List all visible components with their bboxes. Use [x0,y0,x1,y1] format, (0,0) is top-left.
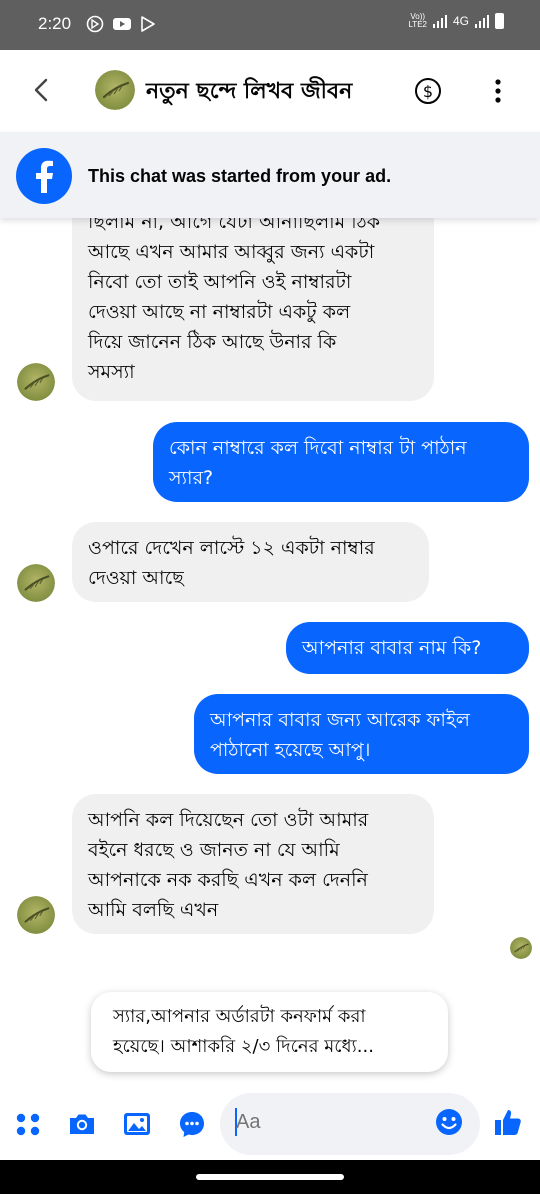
svg-text:$: $ [423,82,433,101]
status-system-icons: Vo)) LTE2 4G [408,13,504,29]
message-composer [0,1090,540,1160]
volte-label: Vo)) LTE2 [408,12,427,29]
vpn-icon [86,15,104,33]
signal-icon [432,14,447,28]
order-confirmation-card[interactable]: স্যার,আপনার অর্ডারটা কনফার্ম করা হয়েছে।… [91,992,448,1072]
camera-icon[interactable] [66,1108,98,1140]
sender-avatar[interactable] [17,564,55,602]
youtube-icon [113,18,131,30]
gallery-icon[interactable] [121,1108,153,1140]
facebook-logo-icon [16,148,72,204]
system-navigation-bar [0,1160,540,1194]
outgoing-message[interactable]: কোন নাম্বারে কল দিবো নাম্বার টা পাঠান স্… [153,422,529,502]
sender-avatar[interactable] [17,896,55,934]
chat-bubble-icon[interactable] [176,1108,208,1140]
status-notifications [86,15,156,33]
more-options-icon[interactable] [490,76,506,106]
home-gesture-handle[interactable] [196,1174,344,1180]
play-store-icon [141,16,155,32]
message-input[interactable] [236,1111,416,1134]
back-arrow-icon[interactable] [28,74,56,106]
outgoing-message[interactable]: আপনার বাবার নাম কি? [286,622,529,674]
conversation-header: নতুন ছন্দে লিখব জীবন $ [0,50,540,132]
incoming-message[interactable]: ছিলাম না, আগে যেটা আনাছিলাম ঠিক আছে এখন … [72,218,434,401]
signal-icon-2 [475,14,489,28]
contact-avatar[interactable] [95,70,135,110]
contact-name[interactable]: নতুন ছন্দে লিখব জীবন [146,74,352,111]
status-bar: 2:20 Vo)) LTE2 4G [0,0,540,50]
status-time: 2:20 [38,14,72,33]
incoming-message[interactable]: ওপারে দেখেন লাস্টে ১২ একটা নাম্বার দেওয়… [72,522,429,602]
ad-origin-banner: This chat was started from your ad. [0,132,540,218]
seen-receipt-avatar [510,937,532,959]
apps-menu-icon[interactable] [12,1108,44,1140]
thumbs-up-icon[interactable] [492,1106,524,1138]
ad-origin-text: This chat was started from your ad. [88,166,392,186]
outgoing-message[interactable]: আপনার বাবার জন্য আরেক ফাইল পাঠানো হয়েছে… [194,694,529,774]
sender-avatar[interactable] [17,363,55,401]
battery-icon [495,13,504,29]
incoming-message[interactable]: আপনি কল দিয়েছেন তো ওটা আমার বইনে ধরছে ও… [72,794,434,934]
order-confirmation-text: স্যার,আপনার অর্ডারটা কনফার্ম করা হয়েছে।… [113,1006,374,1057]
message-list[interactable]: ছিলাম না, আগে যেটা আনাছিলাম ঠিক আছে এখন … [0,218,540,1088]
network-type: 4G [452,14,469,28]
emoji-icon[interactable] [433,1106,465,1138]
payment-dollar-icon[interactable]: $ [414,77,442,105]
